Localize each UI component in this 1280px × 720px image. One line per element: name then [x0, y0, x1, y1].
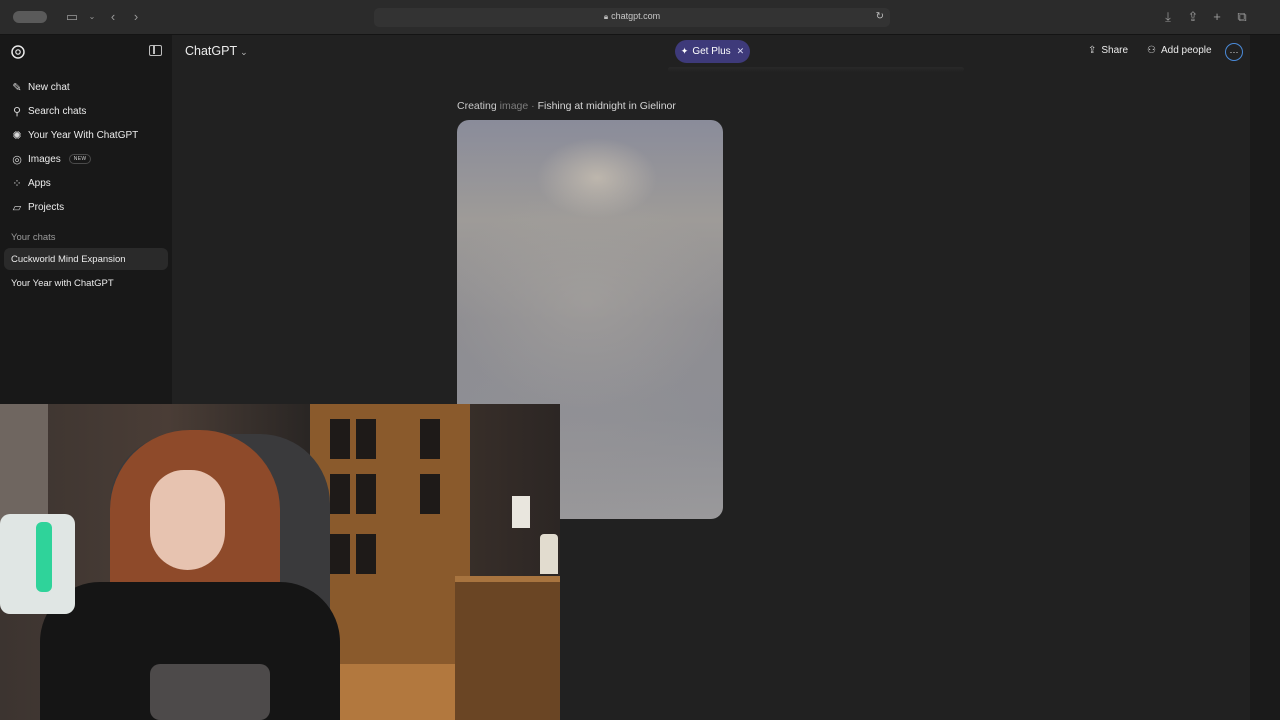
search-icon: ⚲ — [12, 105, 22, 118]
share-button[interactable]: ⇪ Share — [1088, 45, 1128, 56]
webcam-door-pane — [330, 534, 350, 574]
image-generation-status: Creating image · Fishing at midnight in … — [457, 100, 676, 112]
webcam-window — [0, 404, 48, 524]
sidebar-item-new-chat[interactable]: ✎ New chat — [6, 76, 166, 98]
share-sheet-icon[interactable]: ⇪ — [1185, 9, 1201, 25]
sidebar-item-images[interactable]: ◎ Images NEW — [6, 148, 166, 170]
browser-toolbar: ▭ ⌄ ‹ › 🔒︎ chatgpt.com ↻ ⤓ ⇪ + ⧉ — [0, 0, 1280, 35]
webcam-person-face — [150, 470, 225, 570]
webcam-door-pane — [356, 534, 376, 574]
get-plus-label: Get Plus — [692, 46, 731, 57]
lock-icon: 🔒︎ — [603, 12, 609, 21]
status-title: Fishing at midnight in Gielinor — [537, 100, 676, 112]
sparkle-icon: ✦ — [680, 46, 689, 56]
webcam-door-pane — [420, 419, 440, 459]
close-icon[interactable]: ✕ — [737, 46, 745, 57]
webcam-cabinet — [455, 576, 560, 720]
chat-item-your-year[interactable]: Your Year with ChatGPT — [4, 272, 168, 294]
sidebar-item-label: Apps — [28, 177, 51, 189]
webcam-door-pane — [330, 419, 350, 459]
new-chat-icon: ✎ — [12, 81, 22, 94]
window-edge — [1250, 35, 1280, 720]
sidebar-item-year[interactable]: ✺ Your Year With ChatGPT — [6, 124, 166, 146]
webcam-door-pane — [420, 474, 440, 514]
chat-item-cuckworld[interactable]: Cuckworld Mind Expansion — [4, 248, 168, 270]
sidebar-item-apps[interactable]: ⁘ Apps — [6, 172, 166, 194]
webcam-microphone-light — [36, 522, 52, 592]
your-chats-heading: Your chats — [11, 232, 56, 243]
sidebar-item-label: Search chats — [28, 105, 87, 117]
back-icon[interactable]: ‹ — [105, 9, 121, 25]
images-icon: ◎ — [12, 153, 22, 166]
chat-item-label: Cuckworld Mind Expansion — [11, 253, 126, 265]
apps-icon: ⁘ — [12, 177, 22, 190]
chat-item-label: Your Year with ChatGPT — [11, 277, 114, 289]
sidebar-item-projects[interactable]: ▱ Projects — [6, 196, 166, 218]
status-verb: Creating — [457, 100, 497, 112]
sidebar-item-label: Your Year With ChatGPT — [28, 129, 139, 141]
composer-shadow — [668, 67, 964, 72]
chevron-down-icon: ⌄ — [240, 47, 248, 57]
address-bar[interactable]: 🔒︎ chatgpt.com ↻ — [374, 8, 890, 27]
status-dim: image — [499, 100, 529, 112]
window-controls[interactable] — [13, 11, 47, 23]
sidebar-item-label: Images — [28, 153, 61, 165]
add-people-button[interactable]: ⚇ Add people — [1147, 45, 1212, 56]
more-options-button[interactable]: ··· — [1225, 43, 1243, 61]
webcam-shirt-print — [150, 664, 270, 720]
ellipsis-icon: ··· — [1229, 47, 1239, 57]
webcam-door-pane — [356, 474, 376, 514]
sidebar-item-label: Projects — [28, 201, 65, 213]
folder-icon: ▱ — [12, 201, 22, 214]
webcam-overlay — [0, 404, 560, 720]
share-label: Share — [1101, 45, 1129, 56]
tab-overview-icon[interactable]: ⧉ — [1234, 9, 1250, 25]
sidebar-item-label: New chat — [28, 81, 70, 93]
chevron-down-icon[interactable]: ⌄ — [84, 9, 100, 25]
reload-icon[interactable]: ↻ — [876, 11, 884, 22]
chatgpt-logo-icon[interactable] — [10, 44, 26, 60]
sidebar-toggle-icon[interactable]: ▭ — [64, 9, 80, 25]
url-text: chatgpt.com — [611, 11, 661, 21]
download-icon[interactable]: ⤓ — [1160, 9, 1176, 25]
webcam-light-switch — [512, 496, 530, 528]
add-people-label: Add people — [1160, 45, 1212, 56]
sidebar-item-search-chats[interactable]: ⚲ Search chats — [6, 100, 166, 122]
person-add-icon: ⚇ — [1147, 45, 1156, 56]
webcam-lamp — [540, 534, 558, 574]
forward-icon[interactable]: › — [128, 9, 144, 25]
webcam-floor — [320, 664, 460, 720]
share-icon: ⇪ — [1088, 45, 1097, 56]
model-name: ChatGPT — [185, 44, 238, 58]
model-selector[interactable]: ChatGPT ⌄ — [185, 44, 248, 58]
webcam-door-pane — [330, 474, 350, 514]
new-tab-icon[interactable]: + — [1209, 9, 1225, 25]
year-icon: ✺ — [12, 129, 22, 142]
close-sidebar-icon[interactable] — [149, 45, 162, 56]
status-separator: · — [531, 100, 535, 112]
webcam-door-pane — [356, 419, 376, 459]
new-badge: NEW — [68, 154, 92, 164]
get-plus-button[interactable]: ✦ Get Plus ✕ — [675, 40, 750, 63]
